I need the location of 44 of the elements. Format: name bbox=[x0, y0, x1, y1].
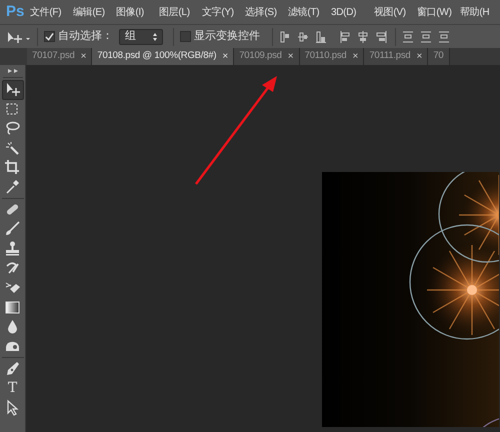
checkbox-label: 自动选择： bbox=[58, 29, 113, 44]
tab-label: 70110.psd bbox=[304, 49, 346, 64]
type-tool[interactable]: T bbox=[2, 378, 24, 398]
menu-item[interactable]: 文件(F) bbox=[30, 4, 73, 20]
target-dropdown[interactable]: 组 bbox=[119, 28, 163, 44]
document-tab[interactable]: 70 bbox=[428, 48, 450, 65]
close-button[interactable]: × bbox=[352, 49, 358, 64]
menu-item[interactable]: 3D(D) bbox=[331, 4, 374, 20]
menu-item[interactable]: 滤镜(T) bbox=[288, 4, 331, 20]
spinner-icon[interactable] bbox=[153, 32, 157, 40]
tab-label: 70108.psd @ 100%(RGB/8#) bbox=[97, 49, 216, 64]
menu-item[interactable]: 编辑(E) bbox=[73, 4, 116, 20]
close-button[interactable]: × bbox=[80, 49, 86, 64]
tab-label: 70107.psd bbox=[32, 49, 75, 64]
menu-item[interactable]: 视图(V) bbox=[374, 4, 417, 20]
align-icon[interactable] bbox=[339, 30, 351, 44]
tab-label: 70109.psd bbox=[239, 49, 282, 64]
close-button[interactable]: × bbox=[222, 49, 228, 64]
tab-label: 70111.psd bbox=[369, 49, 410, 64]
document-tab[interactable]: 70111.psd × bbox=[364, 48, 428, 65]
tab-label: 70 bbox=[433, 49, 444, 64]
menu-item[interactable]: 窗口(W) bbox=[417, 4, 460, 20]
align-icon[interactable] bbox=[375, 30, 387, 44]
align-icon[interactable] bbox=[297, 30, 309, 44]
document-tab[interactable]: 70109.psd × bbox=[234, 48, 300, 65]
align-icon[interactable] bbox=[279, 30, 291, 44]
distribute-icon[interactable] bbox=[420, 30, 432, 44]
close-button[interactable]: × bbox=[416, 49, 422, 64]
menu-item[interactable]: 帮助(H bbox=[460, 4, 490, 20]
menu-item[interactable]: 图层(L) bbox=[159, 4, 202, 20]
menu-item[interactable]: 选择(S) bbox=[245, 4, 288, 20]
distribute-icon[interactable] bbox=[402, 30, 414, 44]
collapse-icon[interactable] bbox=[6, 67, 20, 75]
menu-item[interactable]: 图像(I) bbox=[116, 4, 159, 20]
document-tab[interactable]: 70107.psd × bbox=[27, 48, 92, 65]
close-button[interactable]: × bbox=[288, 49, 294, 64]
document-tab[interactable]: 70108.psd @ 100%(RGB/8#) × bbox=[92, 48, 234, 65]
checkbox-label: 显示变换控件 bbox=[194, 28, 260, 44]
document-tab[interactable]: 70110.psd × bbox=[300, 48, 364, 65]
align-icon[interactable] bbox=[357, 30, 369, 44]
menu-item[interactable]: 文字(Y) bbox=[202, 4, 245, 20]
align-icon[interactable] bbox=[315, 30, 327, 44]
checkbox[interactable] bbox=[180, 31, 191, 42]
distribute-icon[interactable] bbox=[438, 30, 450, 44]
